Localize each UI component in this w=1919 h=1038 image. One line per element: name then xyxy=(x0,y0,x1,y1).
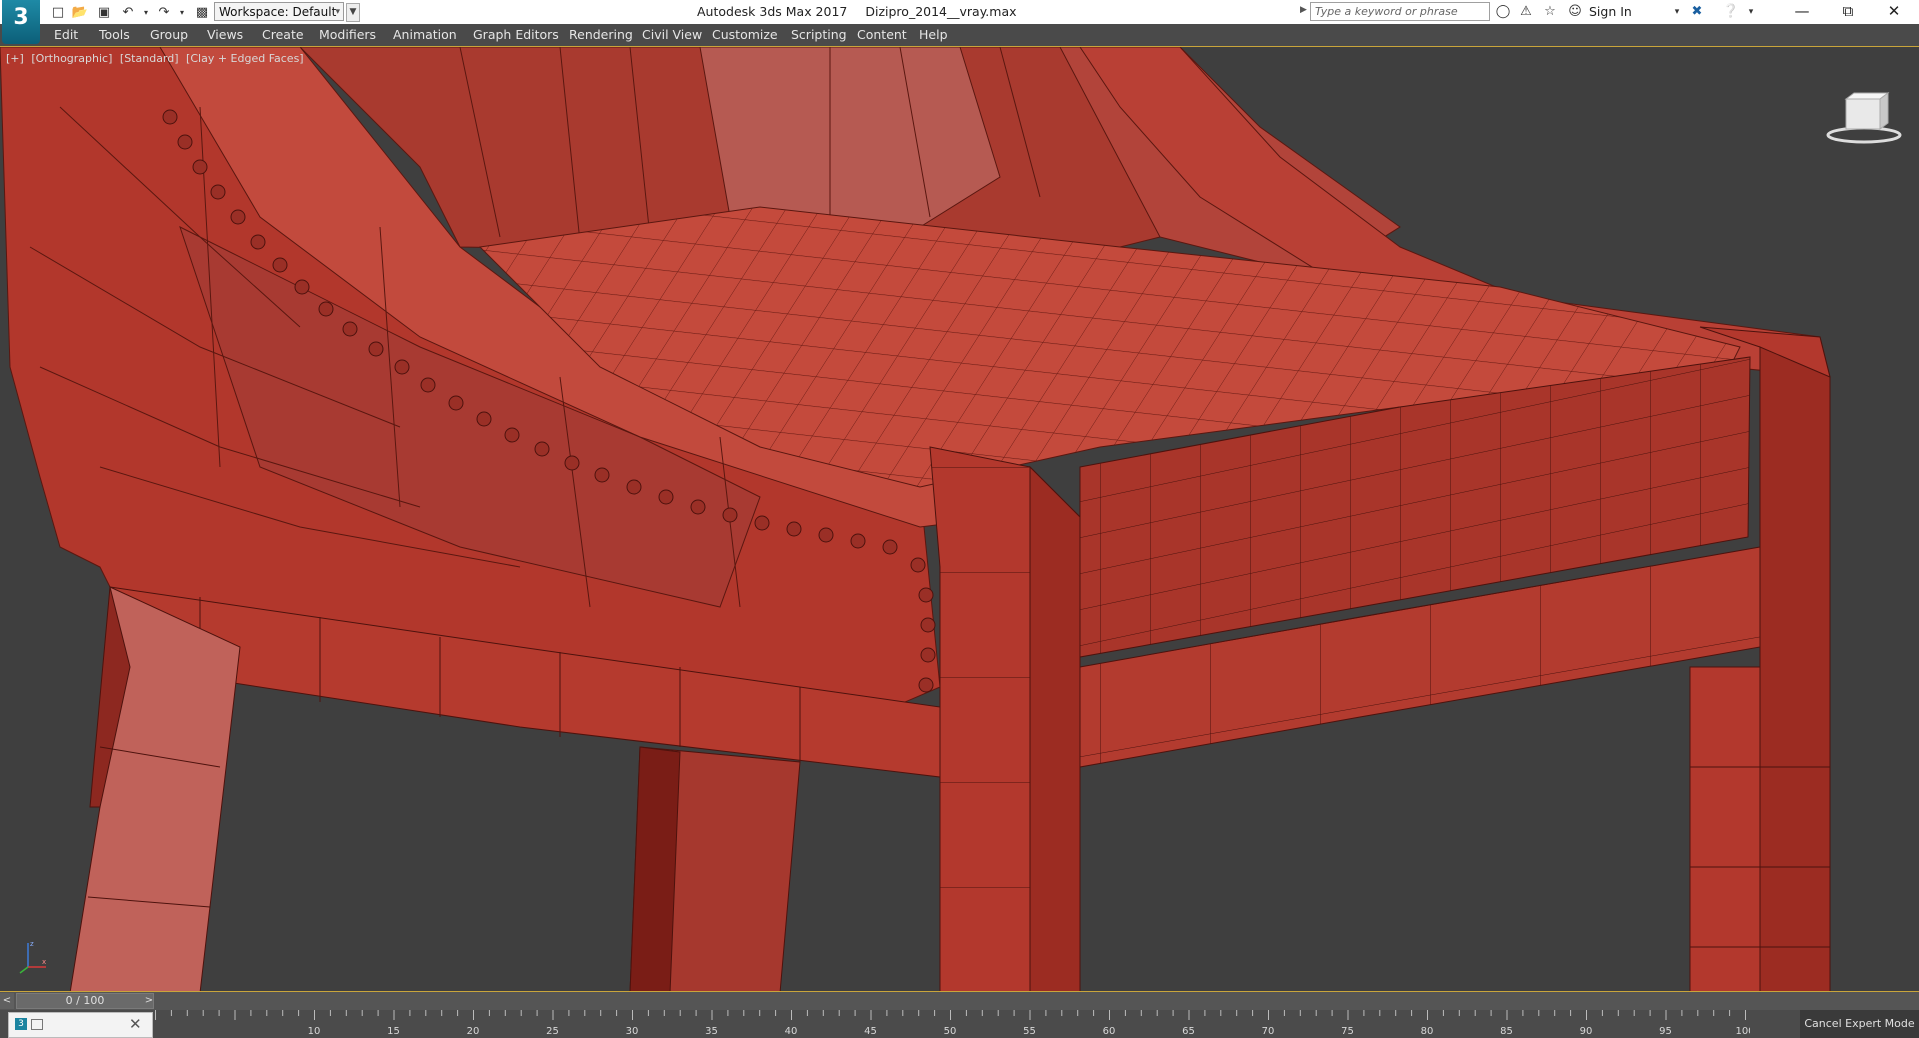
timeline-tick-label: 85 xyxy=(1500,1026,1513,1037)
menu-civil-view[interactable]: Civil View xyxy=(642,27,702,42)
back-right-leg-face xyxy=(1759,346,1831,991)
exchange-apps-icon[interactable]: ✖ xyxy=(1688,3,1706,21)
customize-toolbar-icon[interactable]: ▼ xyxy=(346,3,360,22)
viewport-menu-plus[interactable]: [+] xyxy=(6,52,24,65)
timeline-tick-label: 20 xyxy=(467,1026,480,1037)
redo-icon[interactable]: ↷ xyxy=(156,4,172,20)
timeline-tick-label: 100 xyxy=(1735,1026,1750,1037)
viewport-label[interactable]: [+] [Orthographic] [Standard] [Clay + Ed… xyxy=(6,52,308,65)
close-icon[interactable]: ✕ xyxy=(129,1015,142,1033)
menu-rendering[interactable]: Rendering xyxy=(569,27,633,42)
open-file-icon[interactable]: 📂 xyxy=(72,4,88,20)
help-dropdown-icon[interactable]: ▾ xyxy=(1742,3,1760,21)
timeline-tick-label: 35 xyxy=(705,1026,718,1037)
favorites-star-icon[interactable]: ☆ xyxy=(1541,3,1559,21)
timeline-tick-label: 75 xyxy=(1341,1026,1354,1037)
svg-text:z: z xyxy=(30,940,34,948)
timeline-tick-label: 65 xyxy=(1182,1026,1195,1037)
timeline-tick-label: 30 xyxy=(626,1026,639,1037)
listener-window-icon[interactable] xyxy=(31,1019,43,1030)
menu-create[interactable]: Create xyxy=(262,27,304,42)
timeline-tick-label: 15 xyxy=(387,1026,400,1037)
maxscript-icon: 3 xyxy=(15,1018,27,1030)
sign-in-button[interactable]: Sign In xyxy=(1589,4,1632,19)
menu-scripting[interactable]: Scripting xyxy=(791,27,847,42)
chair-model[interactable] xyxy=(0,47,1919,992)
time-slider-prev-button[interactable]: < xyxy=(0,993,14,1009)
chevron-down-icon: ▾ xyxy=(335,7,340,17)
timeline-tick-label: 60 xyxy=(1103,1026,1116,1037)
mini-listener[interactable]: 3 ✕ xyxy=(8,1012,153,1038)
timeline-tick-label: 70 xyxy=(1262,1026,1275,1037)
app-window: 3 □ 📂 ▣ ↶ ▾ ↷ ▾ ▩ Workspace: Default ▾ ▼… xyxy=(0,0,1919,1038)
window-title: Autodesk 3ds Max 2017 Dizipro_2014__vray… xyxy=(697,4,1031,19)
workspace-dropdown[interactable]: Workspace: Default ▾ xyxy=(214,2,344,21)
new-file-icon[interactable]: □ xyxy=(50,4,66,20)
track-bar: 3 ✕ 10 15 20 25 30 35 40 45 50 55 60 65 70 75 80 85 90 95… xyxy=(0,1010,1919,1038)
time-slider-bar: < 0 / 100 > xyxy=(0,992,1919,1010)
viewcube-icon[interactable] xyxy=(1824,85,1904,145)
undo-icon[interactable]: ↶ xyxy=(120,4,136,20)
time-slider-next-button[interactable]: > xyxy=(142,993,156,1009)
svg-text:x: x xyxy=(42,958,46,966)
viewport-orthographic[interactable]: [+] [Orthographic] [Standard] [Clay + Ed… xyxy=(0,46,1919,992)
project-folder-icon[interactable]: ▩ xyxy=(194,4,210,20)
undo-dropdown-icon[interactable]: ▾ xyxy=(138,4,154,20)
file-name: Dizipro_2014__vray.max xyxy=(865,4,1017,19)
user-icon[interactable]: ☺ xyxy=(1566,3,1584,21)
redo-dropdown-icon[interactable]: ▾ xyxy=(174,4,190,20)
menu-modifiers[interactable]: Modifiers xyxy=(319,27,376,42)
menu-views[interactable]: Views xyxy=(207,27,243,42)
minimize-button[interactable]: — xyxy=(1779,0,1825,24)
timeline-tick-label: 80 xyxy=(1421,1026,1434,1037)
menu-customize[interactable]: Customize xyxy=(712,27,778,42)
menu-edit[interactable]: Edit xyxy=(54,27,78,42)
timeline-ruler[interactable]: 10 15 20 25 30 35 40 45 50 55 60 65 70 75 80 85 90 95 100 xyxy=(155,1010,1750,1038)
communication-center-icon[interactable]: ⚠ xyxy=(1517,3,1535,21)
timeline-tick-label: 40 xyxy=(785,1026,798,1037)
front-leg-side xyxy=(1029,465,1081,991)
app-title: Autodesk 3ds Max 2017 xyxy=(697,4,848,19)
workspace-label: Workspace: Default xyxy=(219,5,337,19)
help-icon[interactable]: ❔ xyxy=(1722,3,1740,21)
menu-help[interactable]: Help xyxy=(919,27,948,42)
chair-back-highlight xyxy=(699,47,1001,228)
time-slider[interactable]: 0 / 100 xyxy=(16,993,154,1009)
viewport-shading-label[interactable]: [Standard] xyxy=(120,52,179,65)
timeline-tick-label: 95 xyxy=(1659,1026,1672,1037)
timeline-tick-label: 55 xyxy=(1023,1026,1036,1037)
sign-in-dropdown-icon[interactable]: ▾ xyxy=(1668,3,1686,21)
timeline-tick-label: 10 xyxy=(308,1026,321,1037)
timeline-tick-label: 25 xyxy=(546,1026,559,1037)
title-bar: 3 □ 📂 ▣ ↶ ▾ ↷ ▾ ▩ Workspace: Default ▾ ▼… xyxy=(0,0,1919,44)
restore-button[interactable]: ⧉ xyxy=(1825,0,1871,24)
menu-group[interactable]: Group xyxy=(150,27,188,42)
timeline-tick-label: 90 xyxy=(1580,1026,1593,1037)
timeline-tick-label: 45 xyxy=(864,1026,877,1037)
close-button[interactable]: ✕ xyxy=(1871,0,1917,24)
viewport-style-label[interactable]: [Clay + Edged Faces] xyxy=(186,52,304,65)
app-logo-button[interactable]: 3 xyxy=(2,0,40,44)
axis-tripod-icon: z x xyxy=(19,940,46,974)
menu-graph-editors[interactable]: Graph Editors xyxy=(473,27,559,42)
menu-animation[interactable]: Animation xyxy=(393,27,457,42)
search-expand-icon[interactable]: ▶ xyxy=(1300,5,1307,15)
menu-bar: Edit Tools Group Views Create Modifiers … xyxy=(0,24,1919,47)
viewport-view-label[interactable]: [Orthographic] xyxy=(31,52,112,65)
search-input[interactable]: Type a keyword or phrase xyxy=(1310,2,1490,21)
menu-tools[interactable]: Tools xyxy=(99,27,130,42)
save-file-icon[interactable]: ▣ xyxy=(96,4,112,20)
timeline-tick-label: 50 xyxy=(944,1026,957,1037)
cancel-expert-mode-button[interactable]: Cancel Expert Mode xyxy=(1800,1010,1919,1038)
menu-content[interactable]: Content xyxy=(857,27,907,42)
binoculars-icon[interactable]: ◯ xyxy=(1494,3,1512,21)
